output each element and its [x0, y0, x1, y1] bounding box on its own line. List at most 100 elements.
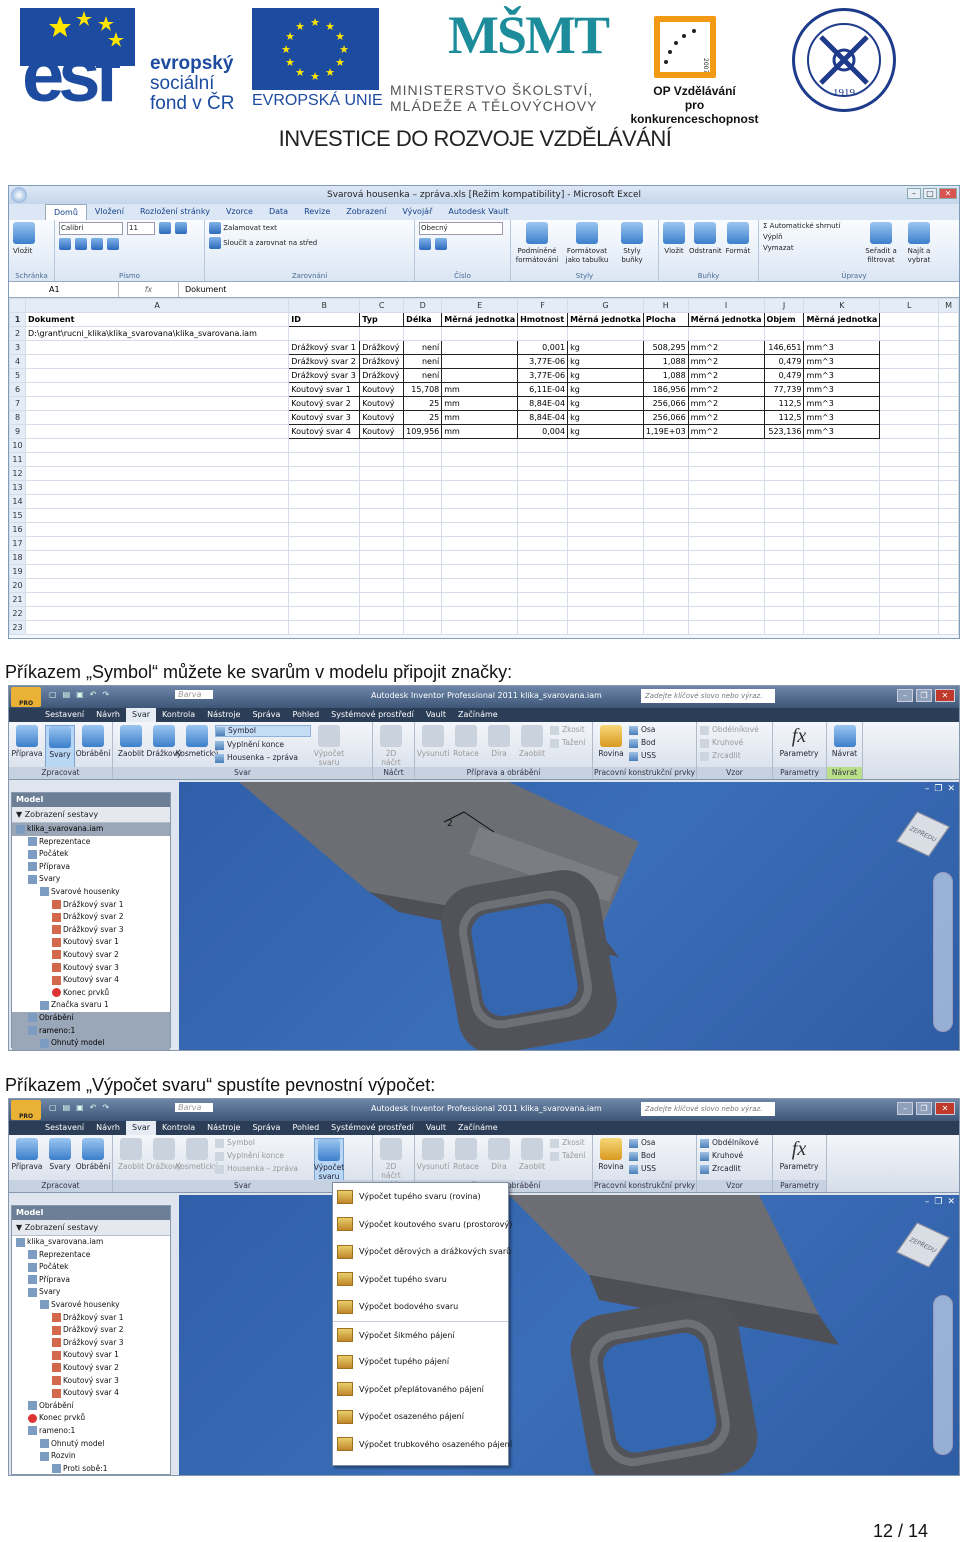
tab-vault[interactable]: Vault [420, 1121, 452, 1135]
kruhove-button[interactable]: Kruhové [700, 1151, 759, 1161]
table-cell[interactable] [441, 536, 519, 551]
table-cell[interactable] [763, 480, 805, 495]
tree-item[interactable]: Proti sobě:1 [12, 1463, 170, 1475]
table-cell[interactable] [687, 326, 765, 341]
table-cell[interactable] [642, 550, 689, 565]
tree-item[interactable]: Svary [12, 1286, 170, 1299]
table-cell[interactable] [879, 564, 940, 579]
column-header[interactable]: F [517, 298, 569, 313]
table-cell[interactable] [938, 620, 959, 635]
table-cell[interactable] [687, 550, 765, 565]
table-cell[interactable]: Koutový [359, 424, 405, 439]
table-cell[interactable]: mm^2 [687, 410, 765, 425]
table-cell[interactable]: D:\grant\rucni_klika\klika_svarovana\kli… [24, 326, 290, 341]
table-cell[interactable] [441, 592, 519, 607]
table-cell[interactable] [288, 536, 361, 551]
table-cell[interactable] [403, 620, 443, 635]
maximize-icon[interactable]: □ [923, 188, 937, 199]
table-cell[interactable]: Drážkový [359, 340, 405, 355]
bod-button[interactable]: Bod [629, 738, 656, 748]
table-cell[interactable] [24, 438, 290, 453]
table-cell[interactable] [24, 452, 290, 467]
formula-input[interactable]: Dokument [179, 285, 226, 294]
table-cell[interactable]: mm [441, 382, 519, 397]
row-header[interactable]: 6 [9, 382, 26, 397]
table-cell[interactable] [938, 438, 959, 453]
tab-svar[interactable]: Svar [126, 1121, 157, 1135]
table-cell[interactable] [687, 508, 765, 523]
table-cell[interactable] [763, 564, 805, 579]
table-cell[interactable] [879, 368, 940, 383]
table-cell[interactable] [763, 592, 805, 607]
tab-nastroje[interactable]: Nástroje [201, 1121, 246, 1135]
tab-vzorce[interactable]: Vzorce [218, 204, 261, 220]
row-header[interactable]: 21 [9, 592, 26, 607]
tab-sprava[interactable]: Správa [246, 1121, 286, 1135]
undo-icon[interactable]: ↶ [90, 1103, 97, 1112]
tab-vault[interactable]: Autodesk Vault [440, 204, 516, 220]
tree-item[interactable]: Příprava [12, 861, 170, 874]
table-cell[interactable] [403, 452, 443, 467]
table-cell[interactable] [938, 480, 959, 495]
table-cell[interactable]: Koutový svar 4 [288, 424, 361, 439]
table-cell[interactable] [517, 480, 569, 495]
table-cell[interactable] [567, 550, 644, 565]
tree-item[interactable]: Konec prvků [12, 987, 170, 1000]
tree-item[interactable]: Konec prvků [12, 1412, 170, 1425]
row-header[interactable]: 18 [9, 550, 26, 565]
table-cell[interactable] [642, 452, 689, 467]
table-cell[interactable] [642, 606, 689, 621]
table-cell[interactable]: není [403, 340, 443, 355]
percent-icon[interactable] [435, 238, 447, 250]
menu-item[interactable]: Výpočet přeplátovaného pájení [333, 1376, 508, 1404]
table-cell[interactable] [642, 522, 689, 537]
table-cell[interactable] [763, 620, 805, 635]
table-cell[interactable] [24, 410, 290, 425]
table-cell[interactable] [938, 368, 959, 383]
table-cell[interactable] [803, 480, 881, 495]
tree-item[interactable]: Koutový svar 2 [12, 1362, 170, 1375]
symbol-button[interactable]: Symbol [215, 1138, 311, 1148]
tab-vault[interactable]: Vault [420, 708, 452, 722]
table-cell[interactable] [288, 508, 361, 523]
table-cell[interactable] [879, 592, 940, 607]
navigation-bar[interactable] [933, 872, 953, 1032]
table-cell[interactable]: 25 [403, 410, 443, 425]
tree-item[interactable]: klika_svarovana.iam [12, 1236, 170, 1249]
vyplneni-konce-button[interactable]: Vyplnění konce [215, 1151, 311, 1161]
cell-styles-button[interactable]: Styly buňky [615, 222, 649, 265]
table-cell[interactable]: Koutový [359, 382, 405, 397]
table-cell[interactable] [403, 508, 443, 523]
table-cell[interactable] [879, 410, 940, 425]
table-cell[interactable] [24, 494, 290, 509]
table-cell[interactable] [687, 620, 765, 635]
table-cell[interactable] [403, 550, 443, 565]
table-cell[interactable] [567, 508, 644, 523]
table-cell[interactable] [879, 382, 940, 397]
row-header[interactable]: 17 [9, 536, 26, 551]
tree-item[interactable]: Svary [12, 873, 170, 886]
table-cell[interactable] [938, 340, 959, 355]
row-header[interactable]: 23 [9, 620, 26, 635]
tree-item[interactable]: Koutový svar 1 [12, 1349, 170, 1362]
osa-button[interactable]: Osa [629, 1138, 656, 1148]
table-cell[interactable] [687, 494, 765, 509]
table-cell[interactable] [803, 452, 881, 467]
table-cell[interactable]: Drážkový [359, 368, 405, 383]
tree-item[interactable]: Obrábění [12, 1400, 170, 1413]
table-cell[interactable] [441, 522, 519, 537]
table-cell[interactable] [288, 592, 361, 607]
table-cell[interactable]: mm^3 [803, 368, 881, 383]
table-cell[interactable]: kg [567, 410, 644, 425]
row-header[interactable]: 7 [9, 396, 26, 411]
table-cell[interactable]: Drážkový svar 1 [288, 340, 361, 355]
corner-cell[interactable] [9, 298, 26, 313]
table-cell[interactable] [441, 508, 519, 523]
table-cell[interactable] [879, 606, 940, 621]
tree-item[interactable]: Drážkový svar 1 [12, 1312, 170, 1325]
tab-navrh[interactable]: Návrh [90, 1121, 126, 1135]
border-icon[interactable] [75, 238, 87, 250]
zrcadlit-button[interactable]: Zrcadlit [700, 1164, 759, 1174]
tree-item[interactable]: Drážkový svar 3 [12, 1337, 170, 1350]
table-cell[interactable] [517, 522, 569, 537]
